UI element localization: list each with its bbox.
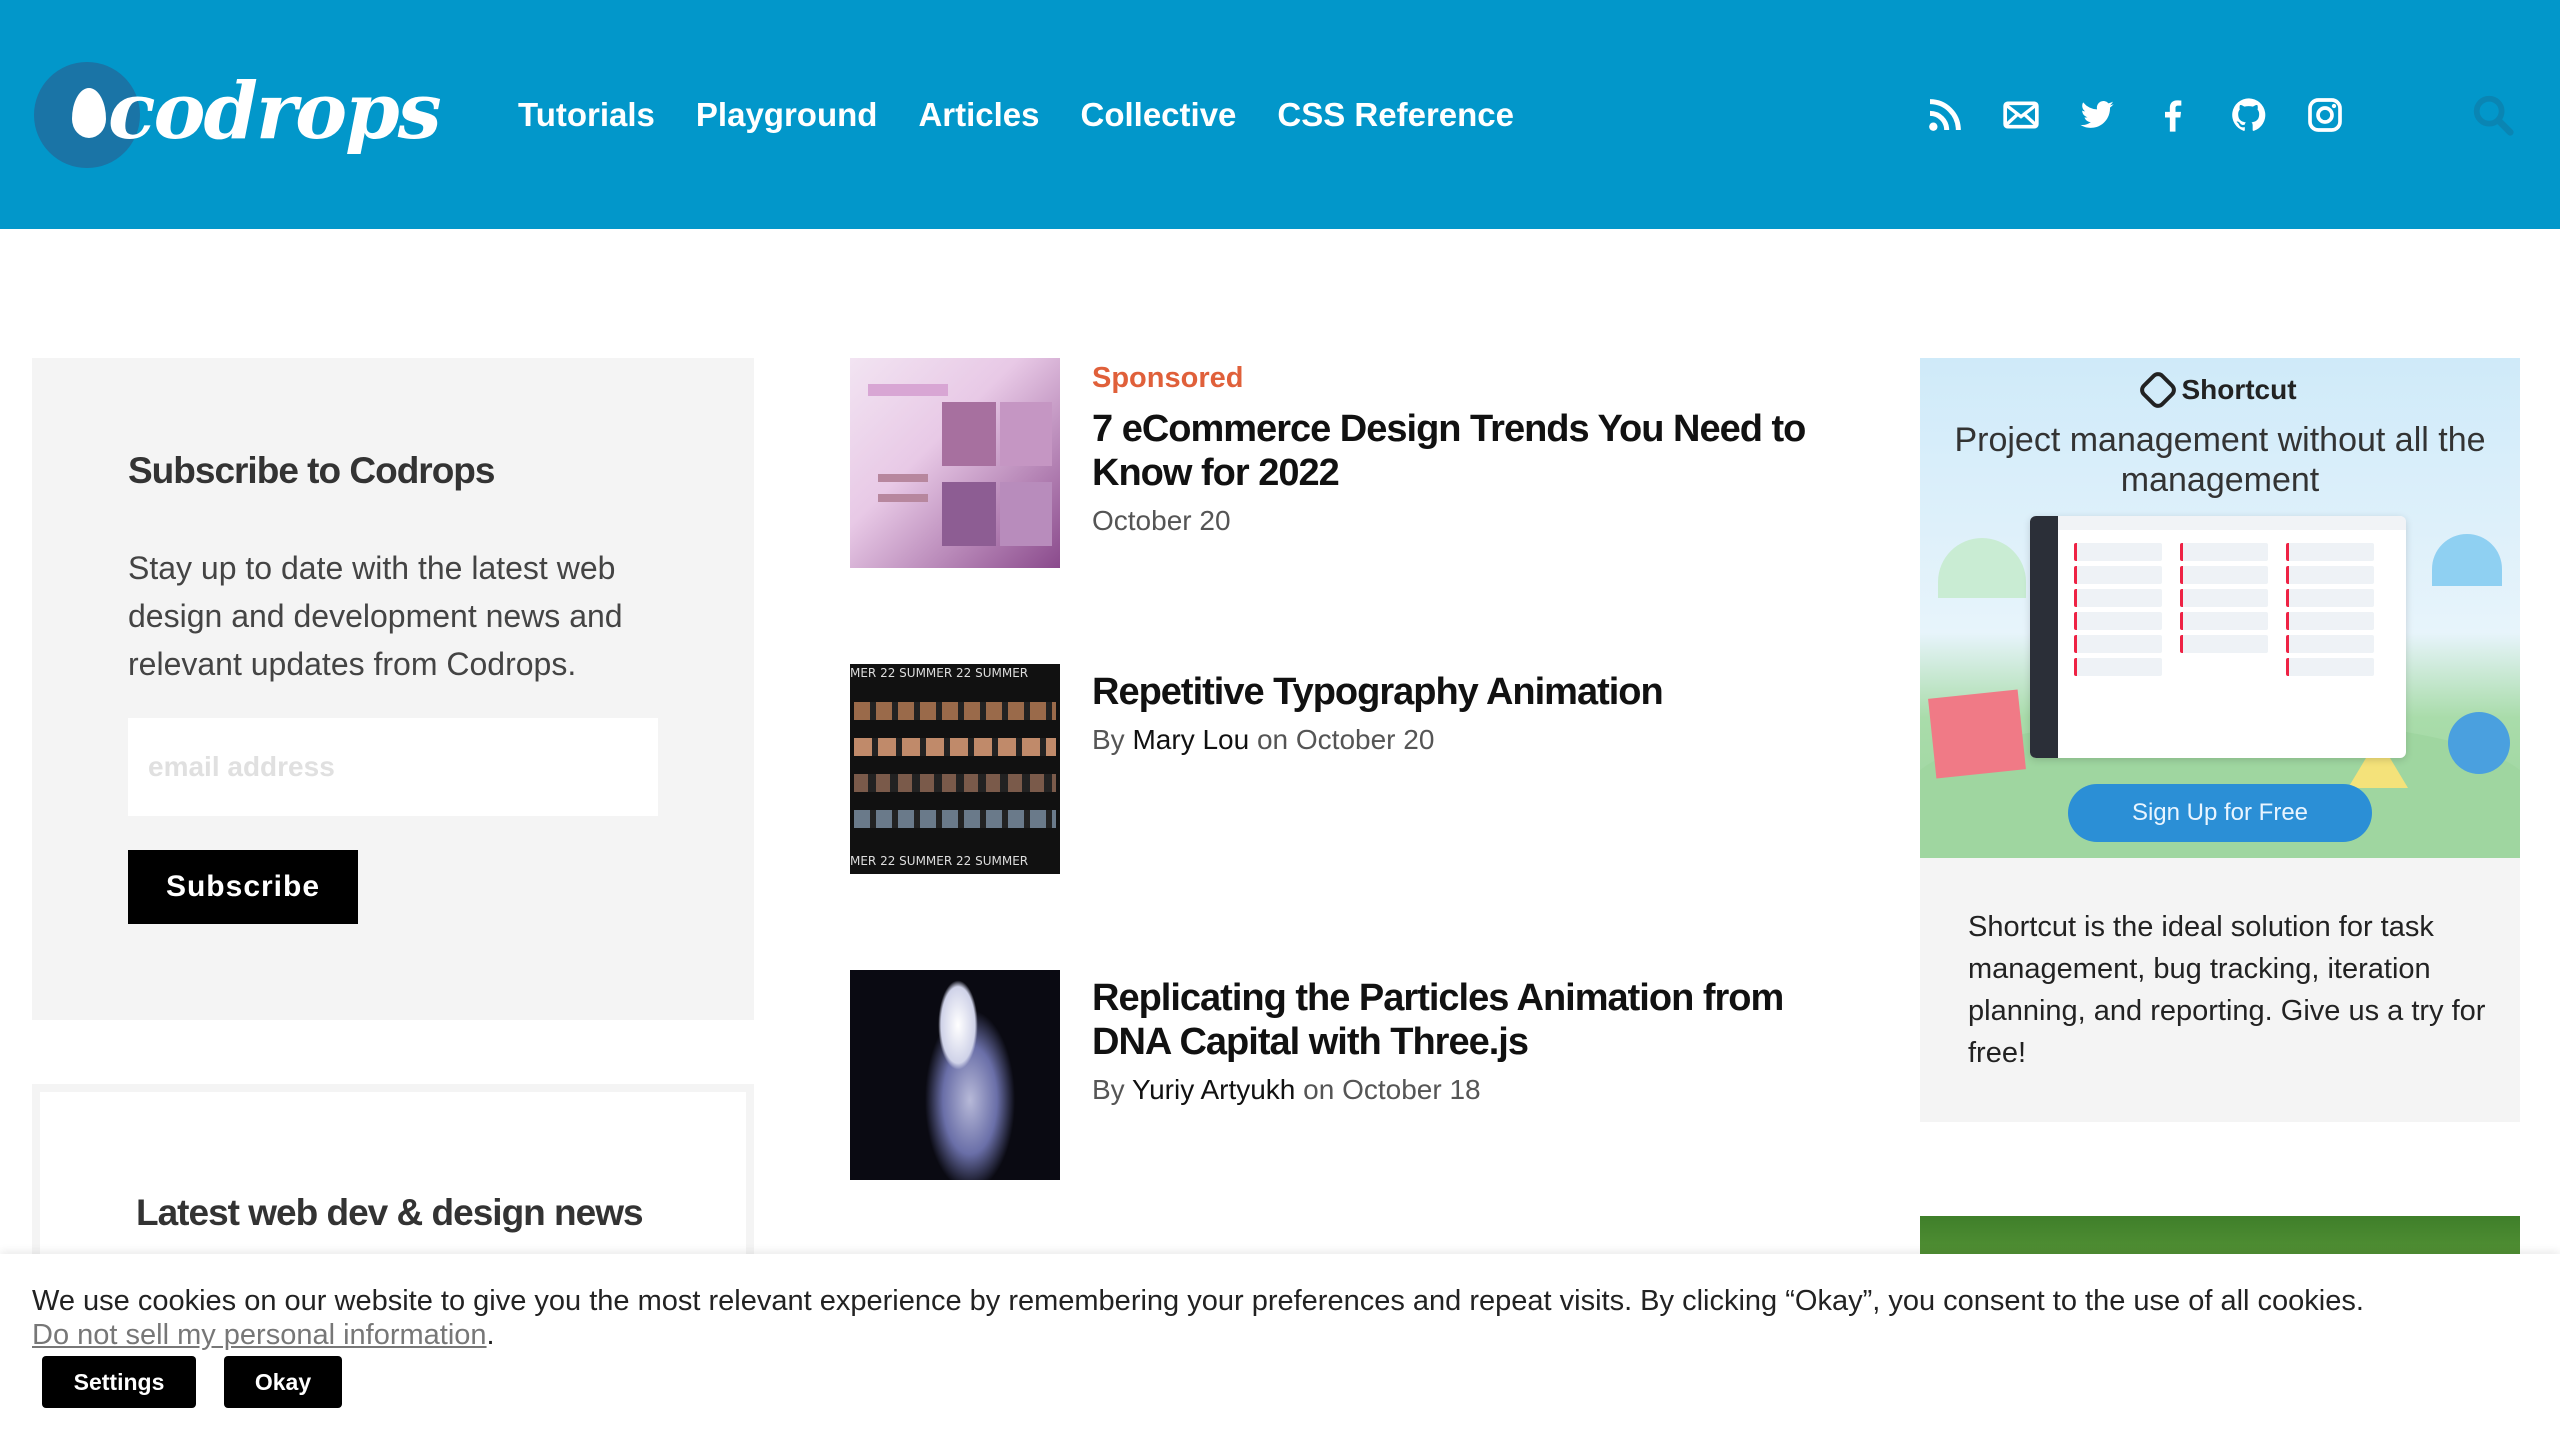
instagram-icon[interactable]: [2302, 92, 2348, 138]
article-thumbnail[interactable]: [850, 358, 1060, 568]
twitter-icon[interactable]: [2074, 92, 2120, 138]
sponsored-label: Sponsored: [1092, 362, 1244, 394]
site-header: codrops Tutorials Playground Articles Co…: [0, 0, 2560, 229]
nav-collective[interactable]: Collective: [1081, 92, 1237, 138]
article-byline: By Mary Lou on October 20: [1092, 724, 1812, 756]
shortcut-logo-icon: [2137, 368, 2180, 412]
cookie-okay-button[interactable]: Okay: [224, 1356, 342, 1408]
article-thumbnail[interactable]: [850, 970, 1060, 1180]
article-date: October 20: [1295, 724, 1435, 755]
ad-description: Shortcut is the ideal solution for task …: [1968, 911, 2486, 1069]
cookie-settings-button[interactable]: Settings: [42, 1356, 196, 1408]
mail-icon[interactable]: [1998, 92, 2044, 138]
ad-brand: Shortcut: [1920, 368, 2520, 412]
nav-tutorials[interactable]: Tutorials: [518, 92, 655, 138]
search-icon[interactable]: [2470, 92, 2516, 138]
ad-signup-button[interactable]: Sign Up for Free: [2068, 784, 2372, 842]
cookie-banner: We use cookies on our website to give yo…: [0, 1254, 2560, 1440]
facebook-icon[interactable]: [2150, 92, 2196, 138]
article-author[interactable]: Yuriy Artyukh: [1132, 1074, 1295, 1105]
thumbnail-caption: MER 22 SUMMER 22 SUMMER: [850, 666, 1029, 680]
cookie-message: We use cookies on our website to give yo…: [32, 1284, 2512, 1352]
do-not-sell-link[interactable]: Do not sell my personal information: [32, 1319, 487, 1351]
ad-headline: Project management without all the manag…: [1954, 421, 2486, 499]
byline-by: By: [1092, 724, 1125, 755]
byline-on: on: [1256, 724, 1289, 755]
ad-app-preview: [2030, 516, 2406, 758]
article-title[interactable]: Replicating the Particles Animation from…: [1092, 976, 1812, 1064]
social-links: [1922, 92, 2378, 138]
email-input[interactable]: [128, 718, 658, 816]
article-date: October 20: [1092, 505, 1231, 536]
github-icon[interactable]: [2226, 92, 2272, 138]
article-thumbnail[interactable]: MER 22 SUMMER 22 SUMMER MER 22 SUMMER 22…: [850, 664, 1060, 874]
nav-articles[interactable]: Articles: [918, 92, 1039, 138]
article-date: October 18: [1342, 1074, 1481, 1105]
codrops-logo[interactable]: codrops: [30, 58, 442, 172]
article-title[interactable]: 7 eCommerce Design Trends You Need to Kn…: [1092, 407, 1812, 495]
subscribe-title: Subscribe to Codrops: [128, 450, 495, 491]
logo-text: codrops: [108, 66, 442, 157]
article-author[interactable]: Mary Lou: [1132, 724, 1249, 755]
article-byline: By Yuriy Artyukh on October 18: [1092, 1074, 1812, 1106]
main-nav: Tutorials Playground Articles Collective…: [518, 92, 1555, 138]
subscribe-widget: Subscribe to Codrops Stay up to date wit…: [32, 358, 754, 1020]
subscribe-button[interactable]: Subscribe: [128, 850, 358, 924]
latest-news-title: Latest web dev & design news: [136, 1192, 644, 1233]
subscribe-description: Stay up to date with the latest web desi…: [128, 550, 623, 682]
byline-by: By: [1092, 1074, 1125, 1105]
thumbnail-caption: MER 22 SUMMER 22 SUMMER: [850, 854, 1029, 868]
cookie-text: We use cookies on our website to give yo…: [32, 1285, 2364, 1317]
byline-on: on: [1303, 1074, 1335, 1105]
cookie-period: .: [486, 1319, 495, 1351]
nav-css-reference[interactable]: CSS Reference: [1277, 92, 1514, 138]
nav-playground[interactable]: Playground: [696, 92, 878, 138]
sponsor-ad: Shortcut Project management without all …: [1920, 358, 2520, 1122]
ad-banner[interactable]: Shortcut Project management without all …: [1920, 358, 2520, 858]
article-title[interactable]: Repetitive Typography Animation: [1092, 670, 1812, 714]
rss-icon[interactable]: [1922, 92, 1968, 138]
